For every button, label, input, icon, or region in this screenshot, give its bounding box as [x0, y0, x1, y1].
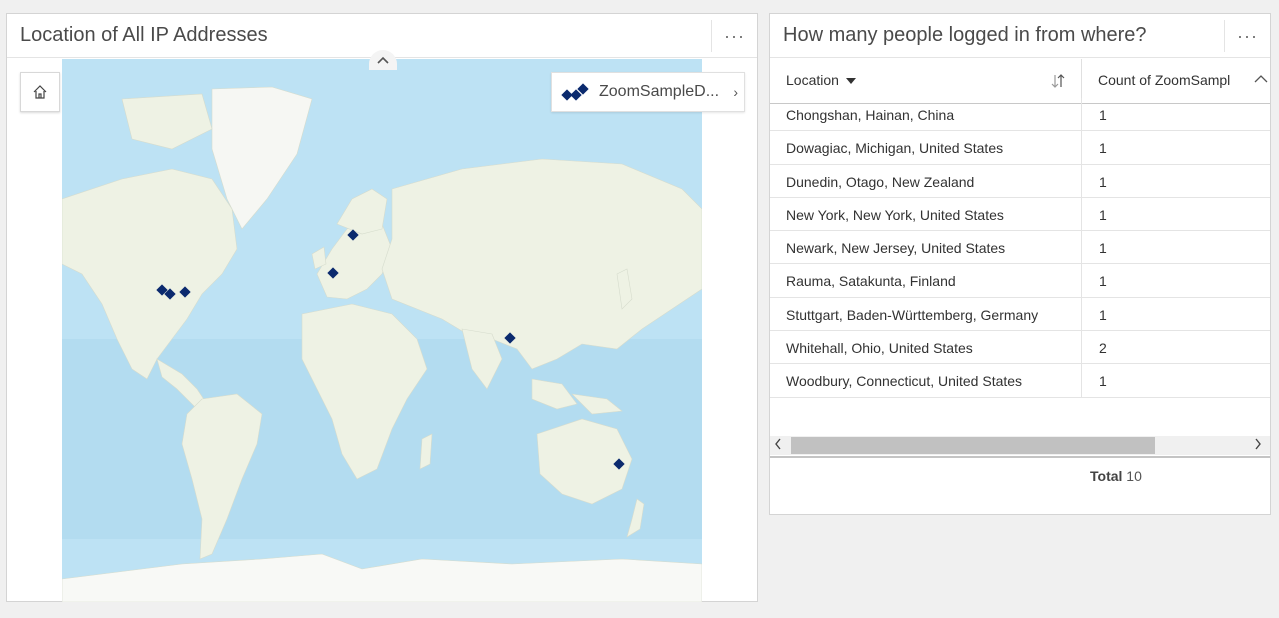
table-row[interactable]: Stuttgart, Baden-Württemberg, Germany 1	[770, 297, 1270, 332]
table-row[interactable]: Whitehall, Ohio, United States 2	[770, 331, 1270, 365]
total-label: Total	[1090, 468, 1123, 484]
table-row[interactable]: Rauma, Satakunta, Finland 1	[770, 264, 1270, 298]
table-row[interactable]: Chongshan, Hainan, China 1	[770, 98, 1270, 132]
table-body: Chongshan, Hainan, China 1 Dowagiac, Michi…	[770, 98, 1270, 398]
total-divider	[770, 456, 1270, 458]
cell-divider	[1081, 231, 1082, 264]
column-header-location[interactable]: Location	[786, 72, 856, 88]
scroll-right-icon[interactable]	[1254, 437, 1262, 454]
cell-location: Whitehall, Ohio, United States	[786, 340, 973, 357]
legend-label: ZoomSampleD...	[599, 83, 720, 100]
cell-location: Dunedin, Otago, New Zealand	[786, 173, 975, 190]
cell-count: 1	[1099, 373, 1107, 390]
table-panel: How many people logged in from where? ··…	[769, 13, 1271, 515]
cell-location: Stuttgart, Baden-Württemberg, Germany	[786, 306, 1039, 323]
table-row[interactable]: New York, New York, United States 1	[770, 197, 1270, 232]
table-row[interactable]: Newark, New Jersey, United States 1	[770, 231, 1270, 265]
cell-count: 1	[1099, 273, 1107, 290]
home-icon	[33, 85, 47, 99]
total-value: 10	[1126, 468, 1142, 484]
chevron-up-icon[interactable]	[1252, 71, 1268, 87]
cell-divider	[1081, 331, 1082, 364]
table-panel-menu-button[interactable]: ···	[1224, 20, 1270, 52]
scrollbar-thumb[interactable]	[791, 437, 1155, 454]
cell-divider	[1081, 197, 1082, 231]
cell-divider	[1081, 164, 1082, 197]
more-options-icon: ···	[1237, 25, 1258, 46]
horizontal-scrollbar[interactable]	[770, 436, 1270, 455]
legend-button[interactable]: ZoomSampleD... ›	[551, 72, 745, 112]
cell-count: 2	[1099, 340, 1107, 357]
cell-location: Dowagiac, Michigan, United States	[786, 140, 1004, 157]
table-panel-title: How many people logged in from where?	[783, 24, 1147, 46]
table-panel-header: How many people logged in from where? ··…	[770, 14, 1270, 58]
table-row[interactable]: Woodbury, Connecticut, United States 1	[770, 364, 1270, 398]
table-row[interactable]: Dunedin, Otago, New Zealand 1	[770, 164, 1270, 198]
home-button[interactable]	[20, 72, 60, 112]
column-header-count[interactable]: Count of ZoomSampl	[1098, 72, 1248, 88]
cell-location: Rauma, Satakunta, Finland	[786, 273, 956, 290]
cell-count: 1	[1099, 140, 1107, 157]
scroll-left-icon[interactable]	[774, 437, 782, 454]
cell-count: 1	[1099, 206, 1107, 223]
map-panel-title: Location of All IP Addresses	[20, 24, 268, 46]
chevron-right-icon: ›	[733, 84, 738, 100]
cell-divider	[1081, 98, 1082, 131]
more-options-icon: ···	[724, 25, 745, 46]
collapse-toggle[interactable]	[369, 50, 397, 70]
cell-location: Woodbury, Connecticut, United States	[786, 373, 1023, 390]
cell-count: 1	[1099, 107, 1107, 123]
cell-location: New York, New York, United States	[786, 206, 1004, 223]
cell-count: 1	[1099, 306, 1107, 323]
cell-divider	[1081, 131, 1082, 164]
diamond-markers-icon	[561, 83, 589, 101]
map-panel: Location of All IP Addresses ··· ZoomSam…	[6, 13, 758, 602]
world-map[interactable]	[62, 59, 702, 602]
basemap	[62, 59, 702, 602]
cell-location: Chongshan, Hainan, China	[786, 107, 955, 123]
cell-count: 1	[1099, 173, 1107, 190]
cell-divider	[1081, 264, 1082, 297]
sort-icon[interactable]	[1050, 73, 1066, 92]
map-panel-menu-button[interactable]: ···	[711, 20, 757, 52]
cell-location: Newark, New Jersey, United States	[786, 240, 1006, 257]
chevron-up-icon	[377, 56, 389, 64]
caret-down-icon	[845, 78, 856, 85]
cell-count: 1	[1099, 240, 1107, 257]
table-total: Total 10	[1090, 468, 1142, 484]
table-row[interactable]: Dowagiac, Michigan, United States 1	[770, 131, 1270, 165]
cell-divider	[1081, 297, 1082, 331]
cell-divider	[1081, 364, 1082, 397]
